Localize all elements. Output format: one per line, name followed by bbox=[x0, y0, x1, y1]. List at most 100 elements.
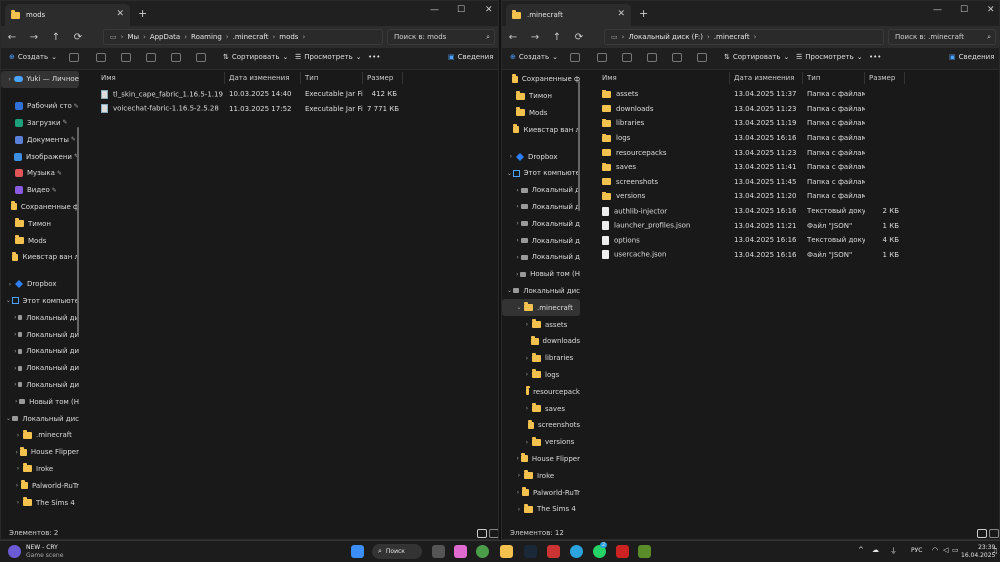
chrome-icon[interactable] bbox=[476, 545, 489, 558]
share-icon[interactable] bbox=[171, 53, 181, 62]
column-size[interactable]: Размер bbox=[865, 72, 905, 84]
media-widget[interactable]: NEW - CRY Game scene bbox=[26, 544, 63, 560]
up-button[interactable]: ↑ bbox=[546, 32, 568, 43]
back-button[interactable]: ← bbox=[1, 32, 23, 43]
start-icon[interactable] bbox=[351, 545, 364, 558]
crumb[interactable]: AppData bbox=[150, 33, 180, 41]
sidebar-item[interactable]: › Локальный д bbox=[502, 232, 580, 249]
sidebar-item[interactable]: › The Sims 4 bbox=[502, 501, 580, 518]
view-button[interactable]: ☰ Просмотреть ⌄ bbox=[796, 53, 863, 61]
column-name[interactable]: Имя bbox=[93, 72, 225, 84]
minimize-button[interactable]: — bbox=[430, 5, 439, 15]
sidebar-item[interactable]: Mods bbox=[502, 105, 580, 122]
sidebar-item[interactable]: ⌄ .minecraft bbox=[502, 299, 580, 317]
sidebar-item[interactable]: › saves bbox=[502, 400, 580, 417]
sidebar-item[interactable]: › Palworld-RuTr bbox=[502, 484, 580, 501]
wifi-icon[interactable]: ◠ bbox=[932, 546, 938, 554]
sidebar-item[interactable]: Тимон bbox=[502, 88, 580, 105]
expand-chevron-icon[interactable]: › bbox=[514, 506, 524, 513]
crumb[interactable]: Мы bbox=[127, 33, 139, 41]
rename-icon[interactable] bbox=[647, 53, 657, 62]
expand-chevron-icon[interactable]: › bbox=[522, 439, 532, 446]
explorer-icon[interactable] bbox=[500, 545, 513, 558]
crumb[interactable]: .minecraft bbox=[233, 33, 269, 41]
expand-chevron-icon[interactable]: › bbox=[514, 489, 522, 496]
sidebar-item[interactable]: › Iroke bbox=[502, 467, 580, 484]
expand-chevron-icon[interactable]: › bbox=[5, 76, 14, 83]
sidebar-item[interactable]: Тимон bbox=[1, 215, 79, 232]
file-row[interactable]: options 13.04.2025 16:16 Текстовый докум..… bbox=[594, 233, 999, 248]
file-row[interactable]: tl_skin_cape_fabric_1.16.5-1.19 10.03.202… bbox=[93, 87, 498, 102]
crumb[interactable]: .minecraft bbox=[714, 33, 750, 41]
close-tab-icon[interactable]: ✕ bbox=[617, 9, 625, 19]
new-tab-button[interactable]: + bbox=[639, 7, 648, 20]
cloud-icon[interactable]: ☁ bbox=[872, 546, 879, 554]
sidebar-item[interactable]: Загрузки ✎ bbox=[1, 115, 79, 132]
minecraft-icon[interactable] bbox=[638, 545, 651, 558]
scrollbar[interactable] bbox=[578, 81, 580, 211]
cut-icon[interactable] bbox=[570, 53, 580, 62]
expand-chevron-icon[interactable]: ⌄ bbox=[5, 297, 12, 304]
sidebar-item[interactable]: › Новый том (H bbox=[502, 266, 580, 283]
close-tab-icon[interactable]: ✕ bbox=[116, 9, 124, 19]
expand-chevron-icon[interactable]: › bbox=[522, 405, 532, 412]
details-view-icon[interactable] bbox=[977, 529, 987, 538]
tab-minecraft[interactable]: .minecraft ✕ bbox=[506, 4, 631, 26]
taskbar-search[interactable]: ⌕ Поиск bbox=[372, 544, 422, 559]
paste-icon[interactable] bbox=[121, 53, 131, 62]
usb-icon[interactable]: ⏚ bbox=[890, 546, 897, 556]
expand-chevron-icon[interactable]: › bbox=[13, 449, 20, 456]
sidebar-item[interactable]: › assets bbox=[502, 316, 580, 333]
file-row[interactable]: voicechat-fabric-1.16.5-2.5.28 11.03.2025… bbox=[93, 102, 498, 117]
sidebar-item[interactable]: › House Flipper bbox=[502, 451, 580, 468]
file-row[interactable]: launcher_profiles.json 13.04.2025 11:21 Фа… bbox=[594, 218, 999, 233]
column-type[interactable]: Тип bbox=[803, 72, 865, 84]
column-type[interactable]: Тип bbox=[301, 72, 363, 84]
sidebar-item[interactable]: Музыка ✎ bbox=[1, 165, 79, 182]
sidebar-item[interactable]: › logs bbox=[502, 367, 580, 384]
sidebar-item[interactable]: › versions bbox=[502, 434, 580, 451]
details-view-icon[interactable] bbox=[477, 529, 487, 538]
expand-chevron-icon[interactable]: › bbox=[13, 432, 23, 439]
close-window-button[interactable]: ✕ bbox=[485, 5, 493, 15]
expand-chevron-icon[interactable]: › bbox=[514, 237, 521, 244]
battery-icon[interactable]: ▭ bbox=[952, 546, 959, 554]
expand-chevron-icon[interactable]: › bbox=[522, 321, 532, 328]
sidebar-item[interactable]: Mods bbox=[1, 232, 79, 249]
create-button[interactable]: ⊕ Создать ⌄ bbox=[510, 53, 558, 61]
crumb[interactable]: Локальный диск (F:) bbox=[628, 33, 703, 41]
refresh-button[interactable]: ⟳ bbox=[568, 32, 590, 43]
sidebar-item[interactable]: › Локальный ди bbox=[1, 326, 79, 343]
copilot-icon[interactable] bbox=[454, 545, 467, 558]
file-row[interactable]: assets 13.04.2025 11:37 Папка с файлами bbox=[594, 87, 999, 102]
opera-icon[interactable] bbox=[547, 545, 560, 558]
expand-chevron-icon[interactable]: › bbox=[13, 499, 23, 506]
maximize-button[interactable]: ☐ bbox=[457, 5, 465, 15]
expand-chevron-icon[interactable]: › bbox=[506, 153, 516, 160]
expand-chevron-icon[interactable]: › bbox=[13, 482, 21, 489]
sidebar-item[interactable]: › Локальный д bbox=[502, 199, 580, 216]
up-button[interactable]: ↑ bbox=[45, 32, 67, 43]
expand-chevron-icon[interactable]: › bbox=[514, 220, 521, 227]
expand-chevron-icon[interactable]: › bbox=[514, 203, 521, 210]
sidebar-item[interactable]: ⌄ Этот компьюте bbox=[502, 165, 580, 182]
details-button[interactable]: ▣ Сведения bbox=[949, 53, 994, 61]
paste-icon[interactable] bbox=[622, 53, 632, 62]
sidebar-item[interactable]: Сохраненные ф bbox=[502, 71, 580, 88]
expand-chevron-icon[interactable]: › bbox=[514, 472, 524, 479]
sidebar-item[interactable]: ⌄ Этот компьюте bbox=[1, 293, 79, 310]
sidebar-item[interactable]: › The Sims 4 bbox=[1, 494, 79, 511]
close-window-button[interactable]: ✕ bbox=[987, 5, 995, 15]
sidebar-item[interactable]: › Новый том (H bbox=[1, 393, 79, 410]
copy-icon[interactable] bbox=[96, 53, 106, 62]
sidebar-item[interactable]: ⌄ Локальный дис bbox=[1, 410, 79, 427]
delete-icon[interactable] bbox=[697, 53, 707, 62]
share-icon[interactable] bbox=[672, 53, 682, 62]
sidebar-item[interactable]: ⌄ Локальный дис bbox=[502, 283, 580, 300]
crumb[interactable]: mods bbox=[279, 33, 298, 41]
sidebar-item[interactable]: Видео ✎ bbox=[1, 182, 79, 199]
file-row[interactable]: usercache.json 13.04.2025 16:16 Файл "JSON… bbox=[594, 248, 999, 263]
column-size[interactable]: Размер bbox=[363, 72, 403, 84]
minimize-button[interactable]: — bbox=[933, 5, 942, 15]
column-date[interactable]: Дата изменения bbox=[730, 72, 803, 84]
